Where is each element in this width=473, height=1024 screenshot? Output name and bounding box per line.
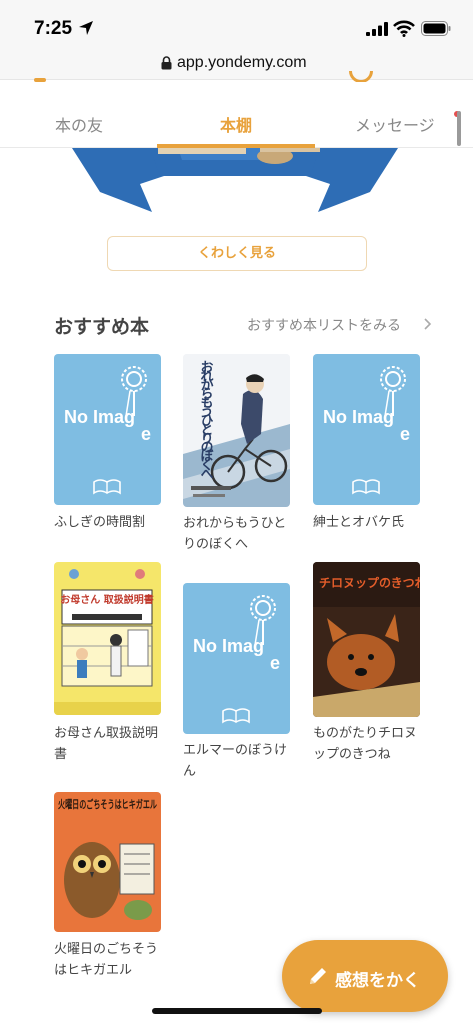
no-image-text-e: e [141, 424, 151, 444]
lock-icon [161, 56, 172, 70]
write-review-button[interactable]: 感想をかく [282, 940, 448, 1012]
book-cover-image[interactable]: チロヌップのきつね [313, 562, 420, 717]
book-cover-title: お母さん 取扱説明書 [60, 593, 153, 606]
no-image-text-e: e [270, 653, 280, 673]
recommended-section-title: おすすめ本 [54, 316, 150, 338]
battery-icon [421, 21, 451, 36]
no-image-text: No Imag [323, 407, 394, 427]
book-cover-title: おれからもうひとりのぼくへ [198, 360, 214, 480]
book-cover-title: チロヌップのきつね [319, 575, 420, 590]
badge-ribbon-illustration [72, 148, 398, 212]
pencil-icon [310, 968, 326, 984]
scrollbar-thumb[interactable] [457, 111, 461, 146]
wifi-icon [393, 20, 415, 37]
status-time: 7:25 [34, 18, 73, 39]
book-title[interactable]: エルマーのぼうけん [183, 740, 295, 782]
book-cover-image[interactable]: お母さん 取扱説明書 [54, 562, 161, 715]
book-title[interactable]: ものがたりチロヌップのきつね [313, 723, 425, 765]
status-bar: 7:25 [0, 0, 473, 50]
tab-bar: 本の友 本棚 メッセージ [0, 82, 473, 148]
write-review-label: 感想をかく [335, 971, 420, 991]
book-title[interactable]: 火曜日のごちそうはヒキガエル [54, 939, 166, 981]
book-title[interactable]: 紳士とオバケ氏 [313, 512, 425, 533]
home-indicator [152, 1008, 322, 1014]
recommended-list-link[interactable]: おすすめ本リストをみる [247, 315, 401, 335]
book-card[interactable]: おれからもうひとりのぼくへ おれからもうひとりのぼくへ [183, 354, 293, 554]
book-card[interactable]: お母さん 取扱説明書 お母さん取扱説明書 [54, 562, 164, 762]
no-image-placeholder: No Imag e [323, 366, 410, 495]
no-image-placeholder: No Imag e [193, 595, 280, 724]
book-card[interactable]: No Imag e ふしぎの時間割 [54, 354, 164, 534]
book-cover-illustration: 火曜日のごちそうはヒキガエル [54, 792, 161, 932]
cellular-signal-icon [366, 22, 388, 36]
book-card[interactable]: チロヌップのきつね ものがたりチロヌップのきつね [313, 562, 423, 762]
chevron-right-icon[interactable] [423, 318, 432, 330]
book-title[interactable]: お母さん取扱説明書 [54, 723, 166, 765]
location-arrow-icon [79, 21, 93, 35]
tab-messages[interactable]: メッセージ [355, 112, 435, 136]
tab-book-friends[interactable]: 本の友 [55, 112, 103, 136]
book-cover-no-image[interactable]: No Imag e [183, 583, 290, 734]
book-cover-illustration: チロヌップのきつね [313, 562, 420, 717]
book-cover-no-image[interactable]: No Imag e [54, 354, 161, 505]
details-button[interactable]: くわしく見る [107, 236, 367, 271]
book-cover-title: 火曜日のごちそうはヒキガエル [58, 797, 157, 811]
no-image-placeholder: No Imag e [64, 366, 151, 495]
book-title[interactable]: ふしぎの時間割 [54, 512, 166, 533]
book-cover-illustration: おれからもうひとりのぼくへ [183, 354, 290, 507]
url-text[interactable]: app.yondemy.com [177, 54, 307, 72]
no-image-text-e: e [400, 424, 410, 444]
book-cover-image[interactable]: 火曜日のごちそうはヒキガエル [54, 792, 161, 932]
no-image-text: No Imag [64, 407, 135, 427]
browser-url-bar[interactable]: app.yondemy.com [0, 50, 473, 80]
book-cover-image[interactable]: おれからもうひとりのぼくへ [183, 354, 290, 507]
book-card[interactable]: 火曜日のごちそうはヒキガエル 火曜日のごちそうはヒキガエル [54, 792, 164, 992]
book-card[interactable]: No Imag e 紳士とオバケ氏 [313, 354, 423, 534]
book-card[interactable]: No Imag e エルマーのぼうけん [183, 583, 293, 783]
no-image-text: No Imag [193, 636, 264, 656]
book-title[interactable]: おれからもうひとりのぼくへ [183, 513, 295, 555]
book-cover-no-image[interactable]: No Imag e [313, 354, 420, 505]
book-cover-illustration: お母さん 取扱説明書 [54, 562, 161, 715]
tab-bookshelf[interactable]: 本棚 [220, 112, 252, 136]
